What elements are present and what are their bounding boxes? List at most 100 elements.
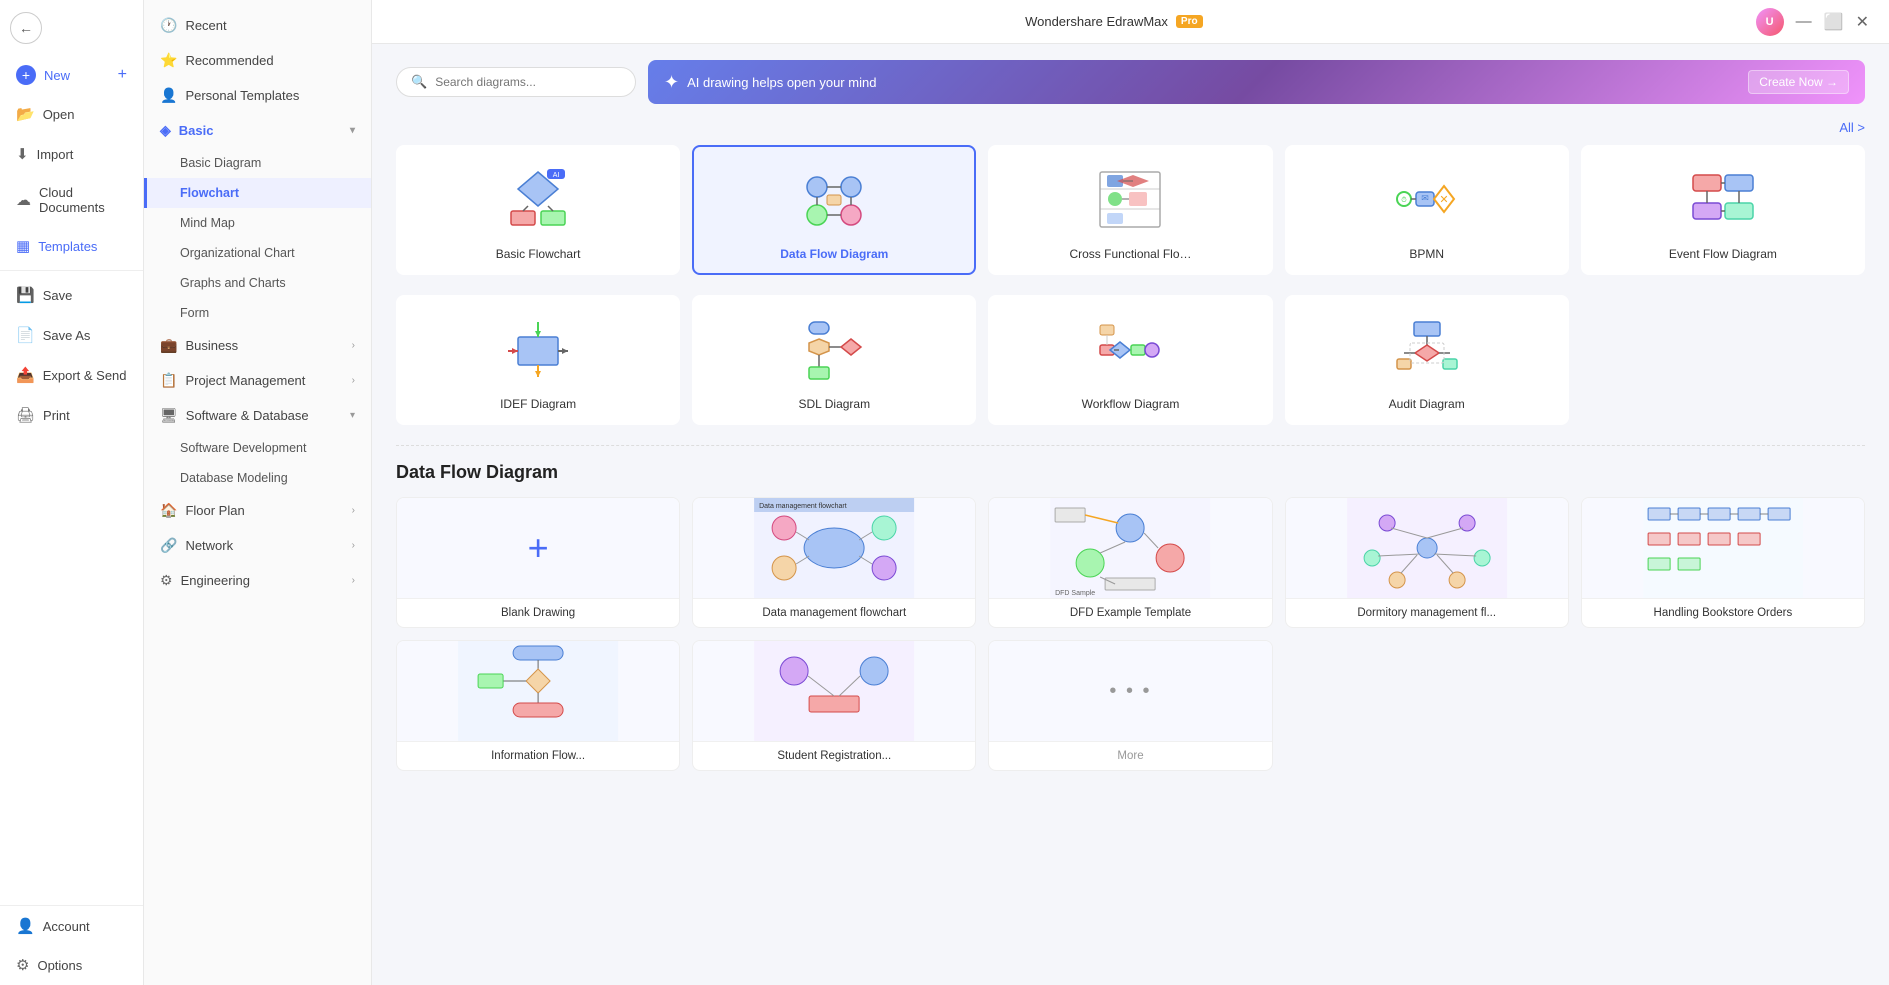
back-button[interactable]: ←	[10, 12, 42, 44]
sec-nav-personal[interactable]: 👤 Personal Templates	[144, 78, 371, 113]
diagram-card-audit[interactable]: Audit Diagram	[1285, 295, 1569, 425]
all-link[interactable]: All >	[1839, 120, 1865, 135]
sec-nav-business[interactable]: 💼 Business ›	[144, 328, 371, 363]
templates-label: Templates	[38, 239, 97, 254]
template-bookstore[interactable]: Handling Bookstore Orders	[1581, 497, 1865, 628]
sec-sub-mind-map[interactable]: Mind Map	[144, 208, 371, 238]
maximize-icon[interactable]: ⬜	[1824, 12, 1844, 32]
dormitory-img	[1286, 498, 1568, 598]
sidebar-item-import[interactable]: ⬇ Import	[4, 135, 139, 173]
sidebar-item-save[interactable]: 💾 Save	[4, 276, 139, 314]
diagram-card-idef[interactable]: IDEF Diagram	[396, 295, 680, 425]
template-dfd-example[interactable]: DFD Sample DFD Example Template	[988, 497, 1272, 628]
idef-img	[410, 309, 666, 389]
template-dormitory[interactable]: Dormitory management fl...	[1285, 497, 1569, 628]
top-bar: 🔍 ✦ AI drawing helps open your mind Crea…	[396, 60, 1865, 104]
diagram-card-cross-functional[interactable]: Cross Functional Flo…	[988, 145, 1272, 275]
template-more[interactable]: • • • More	[988, 640, 1272, 771]
sidebar-item-templates[interactable]: ▦ Templates	[4, 227, 139, 265]
bookstore-label: Handling Bookstore Orders	[1582, 598, 1864, 627]
sidebar-item-cloud[interactable]: ☁ Cloud Documents	[4, 175, 139, 225]
template-blank[interactable]: + Blank Drawing	[396, 497, 680, 628]
floorplan-icon: 🏠	[160, 502, 177, 519]
sec-nav-recommended[interactable]: ⭐ Recommended	[144, 43, 371, 78]
import-label: Import	[37, 147, 74, 162]
diagram-card-data-flow[interactable]: Data Flow Diagram	[692, 145, 976, 275]
sec-nav-engineering[interactable]: ⚙ Engineering ›	[144, 563, 371, 598]
software-icon: 🖥	[160, 407, 178, 424]
personal-icon: 👤	[160, 87, 177, 104]
sidebar-item-open[interactable]: 📂 Open	[4, 95, 139, 133]
recommended-label: Recommended	[185, 53, 273, 68]
svg-text:⏱: ⏱	[1401, 196, 1407, 204]
template-data-mgmt[interactable]: Data management flowchart Data managemen…	[692, 497, 976, 628]
sidebar-top: ←	[0, 0, 143, 56]
diagram-type-grid: AI Basic Flowchart	[396, 145, 1865, 275]
account-label: Account	[43, 919, 90, 934]
section-title: Data Flow Diagram	[396, 462, 1865, 483]
section-header: All >	[396, 120, 1865, 135]
export-label: Export & Send	[43, 368, 127, 383]
close-icon[interactable]: ✕	[1856, 12, 1869, 32]
cross-functional-label: Cross Functional Flo…	[1002, 247, 1258, 261]
pro-badge: Pro	[1176, 15, 1203, 28]
sec-sub-basic-diagram[interactable]: Basic Diagram	[144, 148, 371, 178]
sec-nav-project[interactable]: 📋 Project Management ›	[144, 363, 371, 398]
sec-nav-basic[interactable]: ◈ Basic ▾	[144, 113, 371, 148]
template-info-flow[interactable]: Information Flow...	[396, 640, 680, 771]
ai-icon: ✦	[664, 72, 679, 93]
app-title: Wondershare EdrawMax	[1025, 14, 1168, 29]
diagram-card-basic-flowchart[interactable]: AI Basic Flowchart	[396, 145, 680, 275]
floorplan-chevron: ›	[352, 505, 355, 516]
sidebar-item-options[interactable]: ⚙ Options	[4, 946, 139, 984]
basic-chevron: ▾	[350, 125, 355, 136]
audit-label: Audit Diagram	[1299, 397, 1555, 411]
sidebar-item-print[interactable]: 🖨 Print	[4, 396, 139, 434]
template-student-reg[interactable]: Student Registration...	[692, 640, 976, 771]
blank-plus-icon: +	[528, 527, 549, 569]
data-mgmt-label: Data management flowchart	[693, 598, 975, 627]
search-icon: 🔍	[411, 74, 427, 90]
sec-nav-network[interactable]: 🔗 Network ›	[144, 528, 371, 563]
project-chevron: ›	[352, 375, 355, 386]
sidebar-item-saveas[interactable]: 📄 Save As	[4, 316, 139, 354]
avatar[interactable]: U	[1756, 8, 1784, 36]
secondary-sidebar: 🕐 Recent ⭐ Recommended 👤 Personal Templa…	[144, 0, 372, 985]
sec-sub-form[interactable]: Form	[144, 298, 371, 328]
network-label: Network	[185, 538, 233, 553]
search-input[interactable]	[435, 75, 621, 89]
cloud-icon: ☁	[16, 191, 31, 209]
diagram-card-sdl[interactable]: SDL Diagram	[692, 295, 976, 425]
sidebar-item-account[interactable]: 👤 Account	[4, 907, 139, 945]
sec-sub-graphs[interactable]: Graphs and Charts	[144, 268, 371, 298]
sec-sub-sw-dev[interactable]: Software Development	[144, 433, 371, 463]
search-box[interactable]: 🔍	[396, 67, 636, 97]
sec-sub-db-model[interactable]: Database Modeling	[144, 463, 371, 493]
minimize-icon[interactable]: —	[1796, 13, 1812, 31]
sec-sub-org-chart[interactable]: Organizational Chart	[144, 238, 371, 268]
business-label: Business	[185, 338, 238, 353]
diagram-card-workflow[interactable]: Workflow Diagram	[988, 295, 1272, 425]
bpmn-img: ✕ ✉ ⏱	[1299, 159, 1555, 239]
saveas-icon: 📄	[16, 326, 35, 344]
new-nav-item[interactable]: + New +	[4, 57, 139, 93]
create-now-button[interactable]: Create Now →	[1748, 70, 1849, 94]
diagram-card-bpmn[interactable]: ✕ ✉ ⏱ BPMN	[1285, 145, 1569, 275]
network-chevron: ›	[352, 540, 355, 551]
sec-nav-software[interactable]: 🖥 Software & Database ▾	[144, 398, 371, 433]
basic-label: Basic	[179, 123, 214, 138]
sec-nav-recent[interactable]: 🕐 Recent	[144, 8, 371, 43]
sidebar-item-export[interactable]: 📤 Export & Send	[4, 356, 139, 394]
ai-banner-message: AI drawing helps open your mind	[687, 75, 876, 90]
student-reg-img	[693, 641, 975, 741]
sec-nav-floorplan[interactable]: 🏠 Floor Plan ›	[144, 493, 371, 528]
floorplan-label: Floor Plan	[185, 503, 244, 518]
cloud-label: Cloud Documents	[39, 185, 127, 215]
content-area: 🔍 ✦ AI drawing helps open your mind Crea…	[372, 44, 1889, 985]
section-separator	[396, 445, 1865, 446]
diagram-card-event-flow[interactable]: Event Flow Diagram	[1581, 145, 1865, 275]
bookstore-img	[1582, 498, 1864, 598]
app-title-group: Wondershare EdrawMax Pro	[1025, 14, 1203, 29]
software-chevron: ▾	[350, 410, 355, 421]
sec-sub-flowchart[interactable]: Flowchart	[144, 178, 371, 208]
